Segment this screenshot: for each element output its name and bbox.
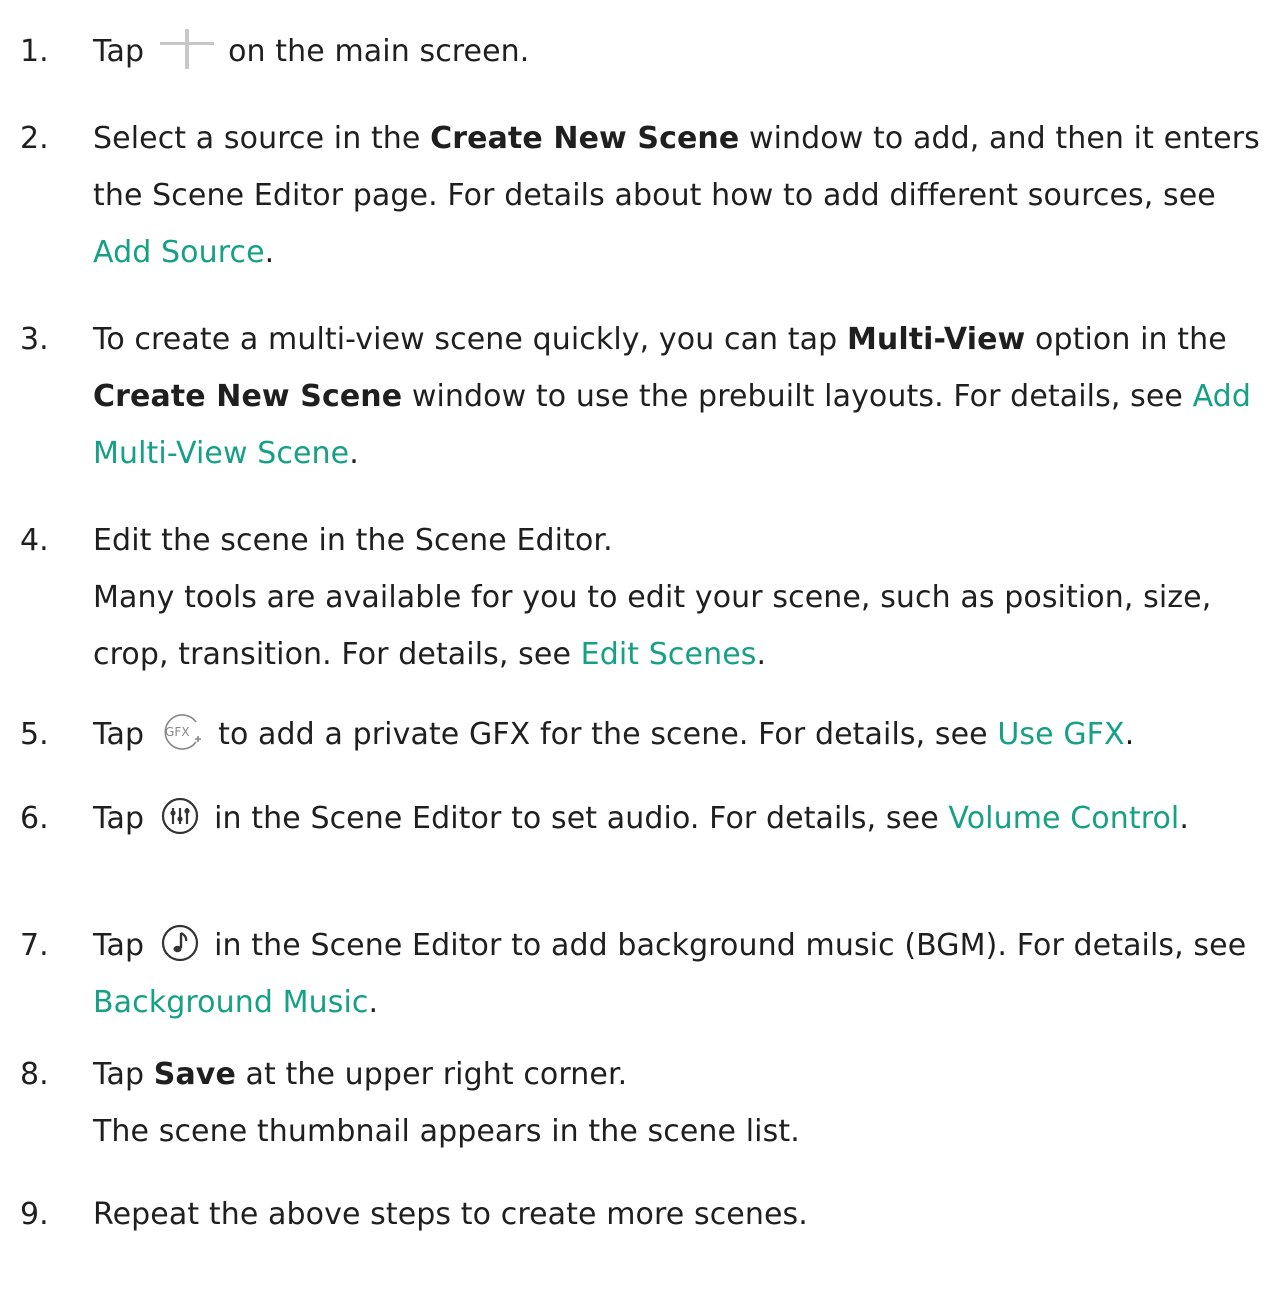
link-add-source[interactable]: Add Source (93, 235, 265, 270)
step-content: Tap GFX to add a private GFX for the scene… (93, 706, 1268, 763)
step-number: 1. (20, 34, 49, 69)
step-content: Repeat the above steps to create more sc… (93, 1186, 1268, 1243)
step-text: on the main screen. (228, 34, 530, 69)
step-number: 5. (20, 717, 49, 752)
instruction-document: 1. Tap on the main screen. 2. Select a so… (0, 0, 1273, 1301)
step-text: . (1179, 801, 1190, 836)
step-number: 2. (20, 121, 49, 156)
plus-icon (160, 28, 215, 69)
step-number: 9. (20, 1197, 49, 1232)
step-text: to add a private GFX for the scene. For … (218, 717, 998, 752)
step-text: . (264, 235, 275, 270)
step-content: Tap on the main screen. (93, 23, 1268, 80)
step-text: . (756, 637, 767, 672)
audio-mixer-icon (161, 797, 199, 834)
ui-term-multi-view: Multi-View (846, 322, 1026, 357)
step-text: Repeat the above steps to create more sc… (93, 1197, 808, 1232)
step-text: To create a multi-view scene quickly, yo… (93, 322, 847, 357)
step-content: Tap in the Scene Editor to add background… (93, 917, 1268, 1031)
music-note-icon (161, 924, 199, 961)
step-text: . (1124, 717, 1135, 752)
step-number: 4. (20, 523, 49, 558)
step-text: Tap (93, 1057, 154, 1092)
step-text: at the upper right corner. (235, 1057, 628, 1092)
step-content: Tap Save at the upper right corner. The … (93, 1046, 1268, 1160)
step-number: 8. (20, 1057, 49, 1092)
step-content: Edit the scene in the Scene Editor. Many… (93, 512, 1268, 683)
link-use-gfx[interactable]: Use GFX (997, 717, 1124, 752)
ui-term-save: Save (153, 1057, 236, 1092)
step-detail: Many tools are available for you to edit… (93, 569, 1268, 683)
step-text: Edit the scene in the Scene Editor. (93, 523, 613, 558)
step-content: Select a source in the Create New Scene … (93, 110, 1268, 281)
step-content: To create a multi-view scene quickly, yo… (93, 311, 1268, 482)
link-edit-scenes[interactable]: Edit Scenes (581, 637, 757, 672)
link-background-music[interactable]: Background Music (93, 985, 368, 1020)
step-line: Tap Save at the upper right corner. (93, 1046, 1268, 1103)
gfx-add-icon: GFX (164, 713, 202, 750)
gfx-icon-label: GFX (165, 725, 190, 739)
link-volume-control[interactable]: Volume Control (948, 801, 1179, 836)
step-number: 6. (20, 801, 49, 836)
step-text: . (349, 436, 359, 471)
step-number: 7. (20, 928, 49, 963)
step-text: in the Scene Editor to set audio. For de… (214, 801, 949, 836)
step-content: Tap in the Scene Editor to set audio. For… (93, 790, 1268, 847)
step-text: Select a source in the (93, 121, 431, 156)
step-text: option in the (1025, 322, 1227, 357)
ui-term-create-new-scene: Create New Scene (93, 379, 403, 414)
ui-term-create-new-scene: Create New Scene (430, 121, 740, 156)
step-text: in the Scene Editor to add background mu… (214, 928, 1247, 963)
step-number: 3. (20, 322, 49, 357)
step-text: Tap (93, 928, 145, 963)
step-text: Tap (93, 717, 145, 752)
step-text: Tap (93, 801, 145, 836)
step-text: window to use the prebuilt layouts. For … (402, 379, 1193, 414)
step-text: The scene thumbnail appears in the scene… (93, 1114, 800, 1149)
step-text: . (368, 985, 379, 1020)
step-text: Tap (93, 34, 145, 69)
